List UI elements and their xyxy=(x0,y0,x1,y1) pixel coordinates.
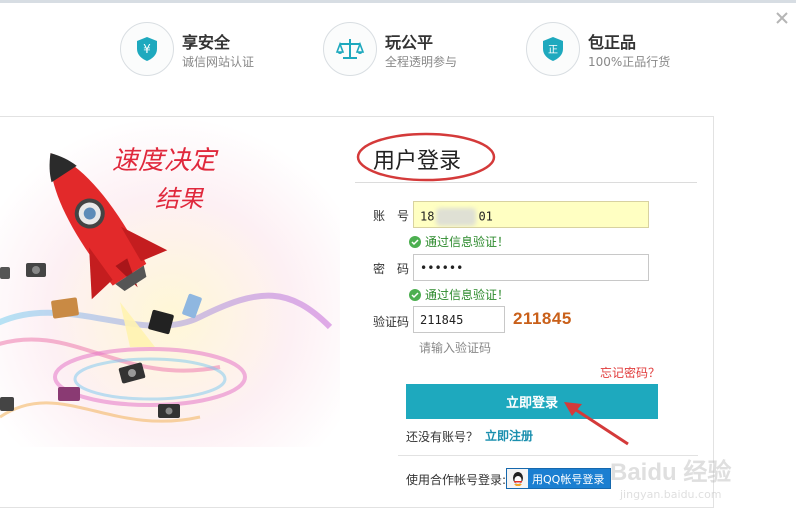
login-page: ¥ 享安全 诚信网站认证 玩公平 全程透明参与 正 包正品 100%正品行货 速… xyxy=(0,0,796,525)
slogan-line-2: 结果 xyxy=(155,185,205,213)
svg-text:正: 正 xyxy=(548,45,558,56)
feature-title: 享安全 xyxy=(182,33,231,52)
forgot-password-link[interactable]: 忘记密码？ xyxy=(600,364,660,381)
check-icon xyxy=(409,235,421,248)
qq-penguin-icon xyxy=(507,469,528,488)
feature-title: 包正品 xyxy=(588,33,637,52)
partner-login-text: 使用合作帐号登录: xyxy=(406,473,507,487)
yen-shield-icon: ¥ xyxy=(120,22,174,76)
password-valid-text: 通过信息验证！ xyxy=(425,288,510,302)
captcha-input[interactable]: 211845 xyxy=(413,306,505,333)
qq-login-button[interactable]: 用QQ帐号登录 xyxy=(506,468,611,489)
feature-title: 玩公平 xyxy=(385,33,434,52)
feature-security: ¥ 享安全 诚信网站认证 xyxy=(120,22,280,78)
watermark-logo: Baidu 经验 xyxy=(610,459,732,486)
watermark-url: jingyan.baidu.com xyxy=(620,488,722,501)
login-title-annotation: 用户登录 xyxy=(355,131,497,183)
annotation-arrow xyxy=(564,402,629,446)
svg-text:¥: ¥ xyxy=(143,42,151,56)
close-icon[interactable] xyxy=(774,10,790,26)
account-value-prefix: 18 xyxy=(420,209,435,224)
top-border xyxy=(0,0,796,3)
register-link[interactable]: 立即注册 xyxy=(485,427,533,444)
feature-subtitle: 诚信网站认证 xyxy=(182,55,255,69)
certified-shield-icon: 正 xyxy=(526,22,580,76)
login-title: 用户登录 xyxy=(373,149,462,174)
feature-genuine: 正 包正品 100%正品行货 xyxy=(526,22,686,78)
password-input[interactable]: •••••• xyxy=(413,254,649,281)
scale-icon xyxy=(323,22,377,76)
account-input[interactable]: 18 01 xyxy=(413,201,649,228)
promo-banner: 速度决定 结果 xyxy=(0,117,340,447)
feature-fairness: 玩公平 全程透明参与 xyxy=(323,22,483,78)
watermark: Baidu 经验 jingyan.baidu.com xyxy=(610,452,760,512)
check-icon xyxy=(409,288,421,301)
no-account-text: 还没有账号？ xyxy=(406,430,479,444)
slogan-line-1: 速度决定 xyxy=(112,146,219,176)
feature-subtitle: 100%正品行货 xyxy=(588,55,671,69)
divider xyxy=(355,182,697,183)
masked-region xyxy=(436,208,477,226)
captcha-image[interactable]: 211845 xyxy=(513,309,572,329)
password-valid-message: 通过信息验证！ xyxy=(409,286,509,303)
password-label: 密 码 xyxy=(373,262,410,276)
qq-login-label: 用QQ帐号登录 xyxy=(532,472,605,486)
account-valid-message: 通过信息验证！ xyxy=(409,233,509,250)
account-valid-text: 通过信息验证！ xyxy=(425,235,510,249)
feature-subtitle: 全程透明参与 xyxy=(385,55,458,69)
account-label: 账 号 xyxy=(373,209,410,223)
account-value-suffix: 01 xyxy=(478,209,493,224)
captcha-label: 验证码 xyxy=(373,315,410,329)
captcha-hint: 请输入验证码 xyxy=(419,341,492,355)
rocket-illustration: 速度决定 结果 xyxy=(0,117,340,447)
